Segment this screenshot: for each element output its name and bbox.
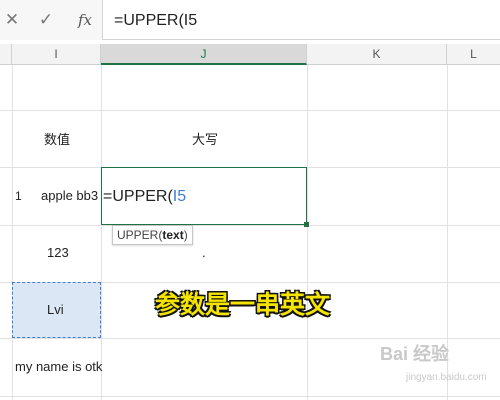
cell-i-row2[interactable]: 123 bbox=[47, 244, 69, 262]
cancel-icon[interactable]: ✕ bbox=[4, 10, 20, 30]
column-header-partial[interactable] bbox=[0, 44, 12, 65]
formula-bar: ✕ ✓ fx =UPPER(I5 bbox=[0, 0, 500, 40]
caption-overlay: 参数是一串英文 bbox=[155, 290, 331, 319]
column-header-k[interactable]: K bbox=[307, 44, 447, 65]
gridline bbox=[0, 338, 500, 339]
editing-cell-formula[interactable]: =UPPER(I5 bbox=[103, 186, 186, 208]
tooltip-function-name: UPPER( bbox=[117, 228, 163, 242]
cell-i-row1[interactable]: apple bb3 bbox=[41, 187, 98, 205]
insert-function-icon[interactable]: fx bbox=[74, 10, 96, 30]
column-header-row: I J K L bbox=[0, 44, 500, 65]
enter-check-icon[interactable]: ✓ bbox=[36, 10, 56, 30]
formula-input[interactable]: =UPPER(I5 bbox=[114, 10, 197, 32]
cell-i-header[interactable]: 数值 bbox=[44, 131, 70, 149]
gridline bbox=[12, 65, 13, 400]
watermark-logo: Bai 经验 bbox=[380, 344, 450, 364]
formula-bar-buttons: ✕ ✓ fx bbox=[0, 0, 103, 40]
cell-j-row2[interactable]: . bbox=[202, 244, 206, 262]
gridline bbox=[101, 65, 102, 400]
gridline bbox=[307, 65, 308, 400]
column-header-l[interactable]: L bbox=[447, 44, 500, 65]
cell-j-header[interactable]: 大写 bbox=[192, 131, 218, 149]
spreadsheet-grid[interactable]: 数值 大写 1 apple bb3 123 . Lvi my name is o… bbox=[0, 65, 500, 400]
gridline bbox=[0, 110, 500, 111]
row-index-label: 1 bbox=[15, 189, 22, 203]
column-header-i[interactable]: I bbox=[12, 44, 101, 65]
cell-i-row4[interactable]: my name is otk bbox=[15, 358, 102, 376]
formula-reference: I5 bbox=[172, 188, 187, 205]
tooltip-close-paren: ) bbox=[183, 228, 188, 242]
column-header-j[interactable]: J bbox=[101, 44, 307, 65]
gridline bbox=[0, 396, 500, 397]
gridline bbox=[0, 225, 500, 226]
editing-cell[interactable]: =UPPER(I5 bbox=[101, 167, 307, 225]
cell-i-row3[interactable]: Lvi bbox=[47, 301, 64, 319]
tooltip-argument[interactable]: text bbox=[162, 228, 183, 242]
watermark-url: jingyan.baidu.com bbox=[406, 372, 487, 383]
watermark: Bai 经验 jingyan.baidu.com bbox=[380, 340, 495, 395]
function-tooltip[interactable]: UPPER(text) bbox=[112, 225, 193, 245]
fill-handle[interactable] bbox=[304, 222, 309, 227]
formula-prefix: =UPPER( bbox=[103, 188, 173, 205]
